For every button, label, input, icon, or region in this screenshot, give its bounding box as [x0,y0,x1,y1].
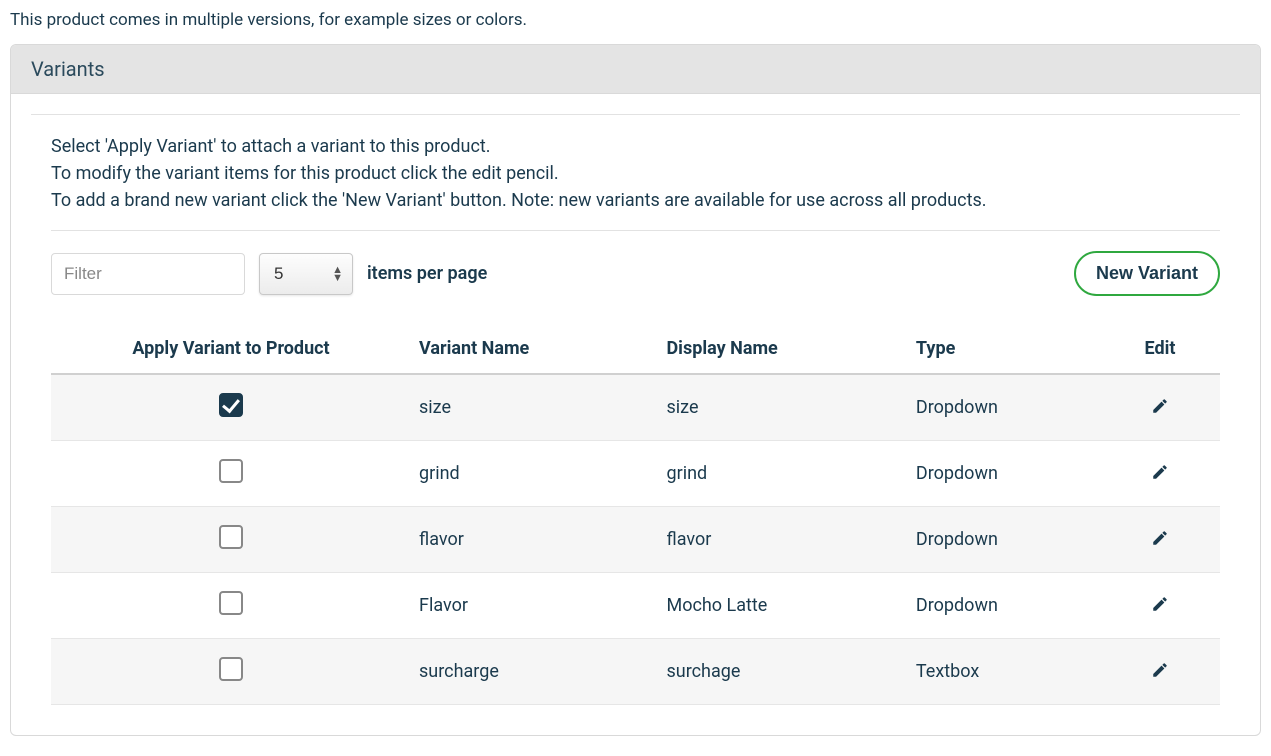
table-row: FlavorMocho LatteDropdown [51,573,1220,639]
apply-variant-checkbox[interactable] [219,657,243,681]
items-per-page-label: items per page [367,263,487,284]
cell-apply [51,639,411,705]
page-subtitle: This product comes in multiple versions,… [10,8,1261,30]
column-header-apply: Apply Variant to Product [51,326,411,374]
column-header-display-name: Display Name [658,326,907,374]
cell-display-name: size [658,374,907,441]
variants-table: Apply Variant to Product Variant Name Di… [51,326,1220,705]
divider [31,114,1240,115]
cell-edit [1100,441,1220,507]
pencil-icon [1151,667,1169,682]
divider [51,230,1220,231]
cell-display-name: Mocho Latte [658,573,907,639]
pencil-icon [1151,601,1169,616]
apply-variant-checkbox[interactable] [219,525,243,549]
pencil-icon [1151,535,1169,550]
instruction-line: Select 'Apply Variant' to attach a varia… [51,133,1220,160]
cell-type: Dropdown [908,573,1100,639]
instructions-block: Select 'Apply Variant' to attach a varia… [51,133,1220,214]
cell-variant-name: Flavor [411,573,658,639]
table-row: grindgrindDropdown [51,441,1220,507]
cell-display-name: surchage [658,639,907,705]
apply-variant-checkbox[interactable] [219,459,243,483]
cell-edit [1100,507,1220,573]
edit-variant-button[interactable] [1147,657,1173,686]
cell-type: Dropdown [908,374,1100,441]
cell-apply [51,441,411,507]
cell-variant-name: flavor [411,507,658,573]
panel-title: Variants [11,45,1260,94]
cell-edit [1100,573,1220,639]
instruction-line: To modify the variant items for this pro… [51,160,1220,187]
new-variant-button[interactable]: New Variant [1074,251,1220,296]
cell-apply [51,507,411,573]
pencil-icon [1151,469,1169,484]
filter-input[interactable] [51,253,245,295]
edit-variant-button[interactable] [1147,459,1173,488]
cell-type: Textbox [908,639,1100,705]
edit-variant-button[interactable] [1147,591,1173,620]
instruction-line: To add a brand new variant click the 'Ne… [51,187,1220,214]
cell-display-name: grind [658,441,907,507]
cell-edit [1100,374,1220,441]
column-header-edit: Edit [1100,326,1220,374]
column-header-type: Type [908,326,1100,374]
cell-variant-name: surcharge [411,639,658,705]
column-header-variant-name: Variant Name [411,326,658,374]
cell-apply [51,573,411,639]
cell-type: Dropdown [908,507,1100,573]
cell-variant-name: size [411,374,658,441]
table-row: flavorflavorDropdown [51,507,1220,573]
cell-apply [51,374,411,441]
edit-variant-button[interactable] [1147,393,1173,422]
cell-edit [1100,639,1220,705]
table-row: sizesizeDropdown [51,374,1220,441]
controls-row: 5 ▲▼ items per page New Variant [51,251,1220,296]
variants-panel: Variants Select 'Apply Variant' to attac… [10,44,1261,736]
table-row: surchargesurchageTextbox [51,639,1220,705]
edit-variant-button[interactable] [1147,525,1173,554]
items-per-page-select[interactable]: 5 [259,253,353,295]
pencil-icon [1151,403,1169,418]
apply-variant-checkbox[interactable] [219,591,243,615]
cell-variant-name: grind [411,441,658,507]
cell-display-name: flavor [658,507,907,573]
cell-type: Dropdown [908,441,1100,507]
apply-variant-checkbox[interactable] [219,393,243,417]
